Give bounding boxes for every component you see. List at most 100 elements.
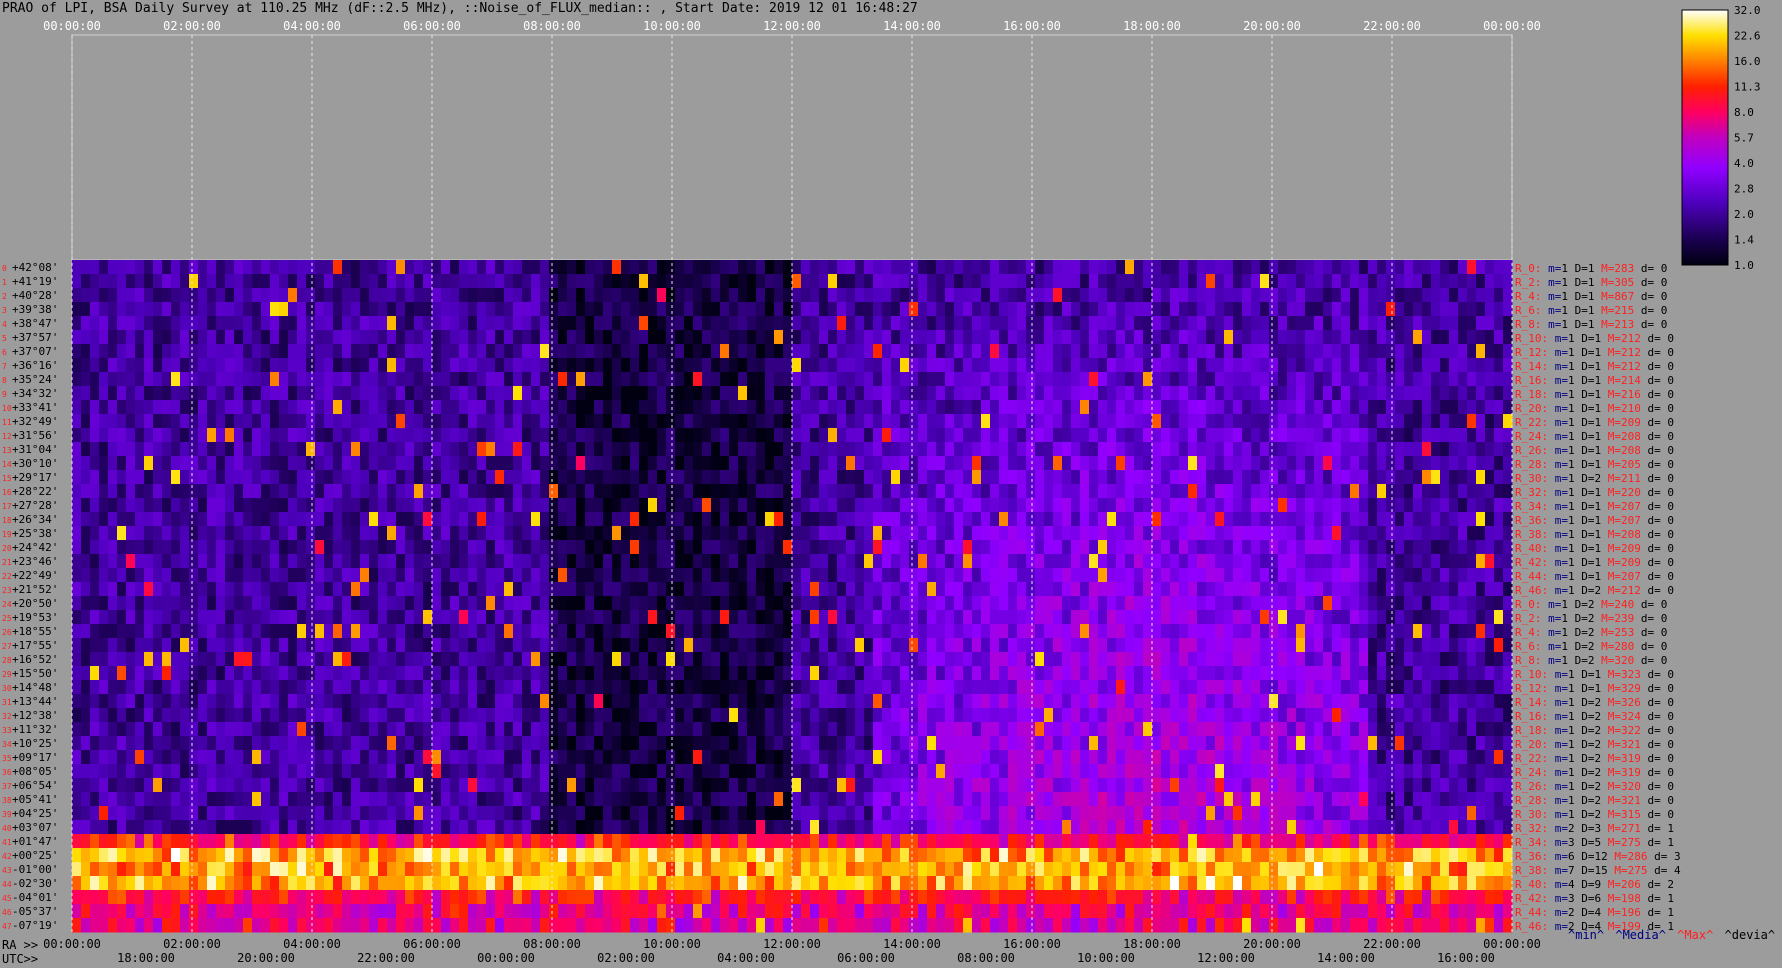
heatmap-cell <box>828 638 838 653</box>
heatmap-cell <box>1161 302 1171 317</box>
heatmap-cell <box>711 484 721 499</box>
heatmap-cell <box>1116 414 1126 429</box>
heatmap-cell <box>324 694 334 709</box>
heatmap-cell <box>1260 484 1270 499</box>
heatmap-cell <box>1449 638 1459 653</box>
heatmap-cell <box>1161 610 1171 625</box>
heatmap-cell <box>198 484 208 499</box>
heatmap-cell <box>1341 414 1351 429</box>
heatmap-cell <box>1143 596 1153 611</box>
heatmap-cell <box>126 260 136 275</box>
heatmap-cell <box>252 428 262 443</box>
heatmap-cell <box>270 316 280 331</box>
heatmap-cell <box>1116 638 1126 653</box>
heatmap-cell <box>99 624 109 639</box>
heatmap-cell <box>747 568 757 583</box>
heatmap-cell <box>81 554 91 569</box>
heatmap-cell <box>918 456 928 471</box>
heatmap-cell <box>396 484 406 499</box>
heatmap-cell <box>387 512 397 527</box>
heatmap-cell <box>765 414 775 429</box>
heatmap-cell <box>252 624 262 639</box>
heatmap-cell <box>270 330 280 345</box>
heatmap-cell <box>738 386 748 401</box>
heatmap-cell <box>1269 400 1279 415</box>
heatmap-cell <box>414 554 424 569</box>
heatmap-cell <box>1323 428 1333 443</box>
heatmap-cell <box>1170 358 1180 373</box>
heatmap-cell <box>270 400 280 415</box>
heatmap-cell <box>738 526 748 541</box>
heatmap-cell <box>954 260 964 275</box>
heatmap-cell <box>99 680 109 695</box>
heatmap-cell <box>693 400 703 415</box>
heatmap-cell <box>1089 442 1099 457</box>
heatmap-cell <box>234 638 244 653</box>
heatmap-cell <box>117 316 127 331</box>
heatmap-cell <box>90 288 100 303</box>
heatmap-cell <box>999 302 1009 317</box>
heatmap-cell <box>837 400 847 415</box>
heatmap-cell <box>1044 428 1054 443</box>
heatmap-cell <box>1404 568 1414 583</box>
heatmap-cell <box>432 456 442 471</box>
heatmap-cell <box>1233 330 1243 345</box>
heatmap-cell <box>1071 470 1081 485</box>
heatmap-cell <box>333 358 343 373</box>
heatmap-cell <box>1161 596 1171 611</box>
heatmap-cell <box>1143 372 1153 387</box>
heatmap-cell <box>81 302 91 317</box>
heatmap-cell <box>1098 638 1108 653</box>
heatmap-cell <box>1224 526 1234 541</box>
heatmap-cell <box>288 330 298 345</box>
heatmap-cell <box>1485 302 1495 317</box>
heatmap-cell <box>1035 372 1045 387</box>
heatmap-cell <box>1152 316 1162 331</box>
heatmap-cell <box>315 624 325 639</box>
heatmap-cell <box>144 470 154 485</box>
heatmap-cell <box>378 288 388 303</box>
heatmap-cell <box>297 414 307 429</box>
heatmap-cell <box>864 652 874 667</box>
heatmap-cell <box>234 470 244 485</box>
heatmap-cell <box>1359 526 1369 541</box>
heatmap-cell <box>207 330 217 345</box>
heatmap-cell <box>540 470 550 485</box>
heatmap-cell <box>1044 288 1054 303</box>
heatmap-cell <box>621 624 631 639</box>
heatmap-cell <box>1413 498 1423 513</box>
heatmap-cell <box>450 596 460 611</box>
heatmap-cell <box>594 400 604 415</box>
heatmap-cell <box>711 568 721 583</box>
heatmap-cell <box>1125 610 1135 625</box>
heatmap-cell <box>1125 344 1135 359</box>
heatmap-cell <box>1044 358 1054 373</box>
heatmap-cell <box>666 568 676 583</box>
heatmap-cell <box>765 596 775 611</box>
heatmap-cell <box>972 666 982 681</box>
heatmap-cell <box>1035 456 1045 471</box>
heatmap-cell <box>243 484 253 499</box>
heatmap-cell <box>180 316 190 331</box>
heatmap-cell <box>468 274 478 289</box>
heatmap-cell <box>396 526 406 541</box>
heatmap-cell <box>846 526 856 541</box>
heatmap-cell <box>1359 386 1369 401</box>
heatmap-cell <box>117 274 127 289</box>
heatmap-cell <box>351 372 361 387</box>
heatmap-cell <box>1368 610 1378 625</box>
heatmap-cell <box>972 428 982 443</box>
heatmap-cell <box>1377 358 1387 373</box>
heatmap-cell <box>945 470 955 485</box>
heatmap-cell <box>549 400 559 415</box>
heatmap-cell <box>1467 638 1477 653</box>
heatmap-cell <box>702 638 712 653</box>
heatmap-cell <box>405 274 415 289</box>
heatmap-cell <box>639 652 649 667</box>
heatmap-cell <box>423 274 433 289</box>
heatmap-cell <box>234 316 244 331</box>
heatmap-cell <box>1107 386 1117 401</box>
heatmap-cell <box>1476 638 1486 653</box>
heatmap-cell <box>828 414 838 429</box>
heatmap-cell <box>162 596 172 611</box>
